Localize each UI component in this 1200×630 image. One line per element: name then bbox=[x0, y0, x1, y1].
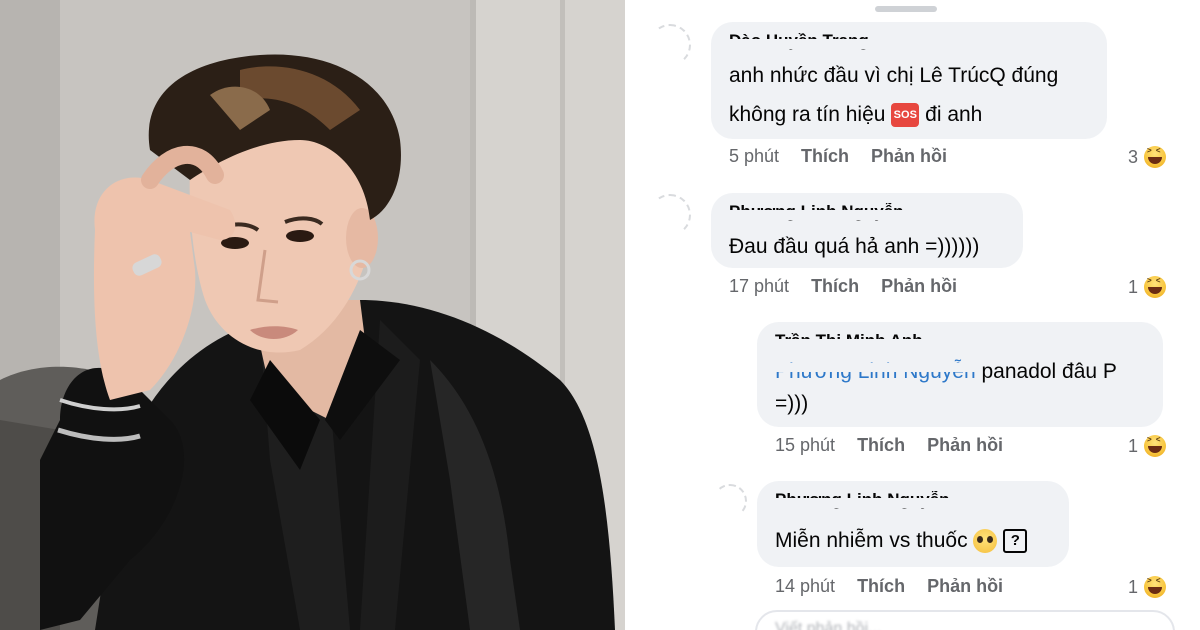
comment-text: Miễn nhiễm vs thuốc ? bbox=[775, 521, 1028, 560]
like-button[interactable]: Thích bbox=[801, 146, 849, 166]
comment-text-line: Đau đầu quá hả anh =)))))) bbox=[729, 235, 980, 258]
comment-meta: 17 phút Thích Phản hồi bbox=[729, 276, 979, 297]
haha-icon bbox=[1144, 576, 1167, 598]
comment-time[interactable]: 17 phút bbox=[729, 276, 789, 296]
reply-button[interactable]: Phản hồi bbox=[927, 435, 1003, 455]
comment-text-segment: Miễn nhiễm vs thuốc bbox=[775, 529, 968, 552]
reaction-summary[interactable]: 1 bbox=[1128, 435, 1167, 457]
comment-time[interactable]: 15 phút bbox=[775, 435, 835, 455]
reply-button[interactable]: Phản hồi bbox=[871, 146, 947, 166]
comment-text: Phương Linh Nguyễn panadol đâu P =))) bbox=[775, 356, 1117, 420]
avatar[interactable] bbox=[643, 188, 697, 242]
like-button[interactable]: Thích bbox=[857, 435, 905, 455]
comment-text-line: =))) bbox=[775, 392, 809, 415]
portrait-photo bbox=[0, 0, 625, 630]
comment-meta: 5 phút Thích Phản hồi bbox=[729, 146, 969, 167]
comment-bubble: Phương Linh Nguyễn Miễn nhiễm vs thuốc ? bbox=[757, 481, 1069, 567]
comment-meta: 15 phút Thích Phản hồi bbox=[775, 435, 1025, 456]
comment-author[interactable]: Phương Linh Nguyễn bbox=[729, 203, 904, 221]
comment-text-line: Phương Linh Nguyễn panadol đâu P bbox=[775, 356, 1117, 388]
sos-icon: SOS bbox=[891, 103, 920, 128]
comment-bubble: Phương Linh Nguyễn Đau đầu quá hả anh =)… bbox=[711, 193, 1023, 268]
haha-icon bbox=[1144, 435, 1167, 457]
avatar[interactable] bbox=[643, 18, 697, 72]
comment-bubble: Đào Huyền Trang anh nhức đầu vì chị Lê T… bbox=[711, 22, 1107, 139]
comment-text-segment: panadol đâu P bbox=[981, 360, 1117, 383]
reaction-summary[interactable]: 3 bbox=[1128, 146, 1167, 168]
comment-time[interactable]: 14 phút bbox=[775, 576, 835, 596]
comment-text: Đau đầu quá hả anh =)))))) bbox=[729, 227, 979, 266]
comment-meta: 14 phút Thích Phản hồi bbox=[775, 576, 1025, 597]
reply-input-placeholder: Viết phản hồi... bbox=[775, 620, 882, 630]
reply-input[interactable]: Viết phản hồi... bbox=[755, 610, 1175, 630]
comment-bubble: Trần Thị Minh Anh Phương Linh Nguyễn pan… bbox=[757, 322, 1163, 427]
comment-text-segment: đi anh bbox=[925, 103, 983, 126]
comment-author[interactable]: Đào Huyền Trang bbox=[729, 32, 869, 50]
haha-icon bbox=[1144, 146, 1167, 168]
portrait-illustration bbox=[0, 0, 625, 630]
reaction-count: 1 bbox=[1128, 276, 1139, 297]
comment-text-segment: không ra tín hiệu bbox=[729, 103, 886, 126]
pleading-face-icon bbox=[973, 529, 998, 554]
reaction-summary[interactable]: 1 bbox=[1128, 576, 1167, 598]
haha-icon bbox=[1144, 276, 1167, 298]
like-button[interactable]: Thích bbox=[811, 276, 859, 296]
comment-text: anh nhức đầu vì chị Lê TrúcQ đúng không … bbox=[729, 56, 1058, 134]
comment-text-line: không ra tín hiệu SOS đi anh bbox=[729, 95, 1058, 134]
comments-panel: Đào Huyền Trang anh nhức đầu vì chị Lê T… bbox=[625, 0, 1200, 630]
like-button[interactable]: Thích bbox=[857, 576, 905, 596]
reaction-count: 1 bbox=[1128, 435, 1139, 456]
comment-text-line: anh nhức đầu vì chị Lê TrúcQ đúng bbox=[729, 64, 1059, 87]
comment-time[interactable]: 5 phút bbox=[729, 146, 779, 166]
comment-text-line: Miễn nhiễm vs thuốc ? bbox=[775, 521, 1028, 560]
unknown-glyph-icon: ? bbox=[1003, 529, 1028, 554]
comment-author[interactable]: Phương Linh Nguyễn bbox=[775, 491, 950, 509]
reaction-count: 3 bbox=[1128, 146, 1139, 167]
reaction-summary[interactable]: 1 bbox=[1128, 276, 1167, 298]
comment-author[interactable]: Trần Thị Minh Anh bbox=[775, 332, 923, 350]
mention-link[interactable]: Phương Linh Nguyễn bbox=[775, 360, 976, 383]
reaction-count: 1 bbox=[1128, 576, 1139, 597]
avatar[interactable] bbox=[707, 478, 753, 524]
reply-button[interactable]: Phản hồi bbox=[927, 576, 1003, 596]
reply-button[interactable]: Phản hồi bbox=[881, 276, 957, 296]
drag-handle[interactable] bbox=[875, 6, 937, 12]
